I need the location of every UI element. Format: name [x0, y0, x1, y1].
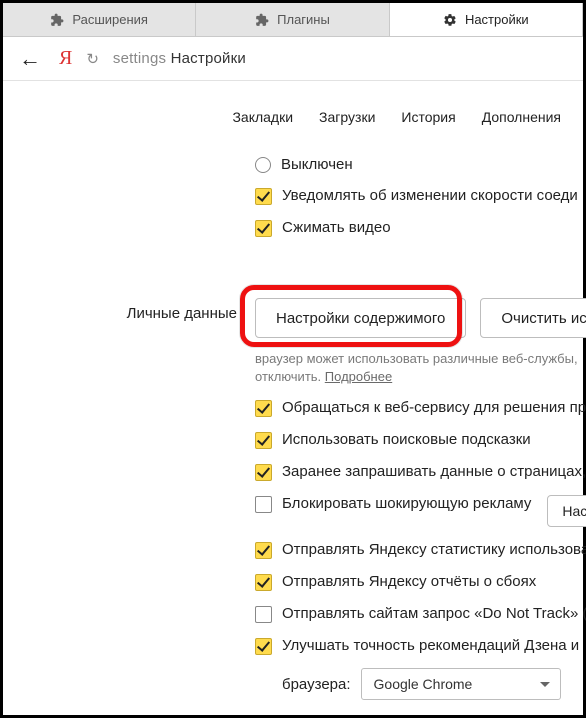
option-send-crash[interactable]: Отправлять Яндексу отчёты о сбоях	[255, 566, 586, 598]
hint-off: отключить.	[255, 369, 321, 384]
tab-settings[interactable]: Настройки	[390, 3, 583, 36]
reload-button[interactable]: ↻	[86, 50, 99, 68]
tab-label: Расширения	[72, 12, 148, 27]
tab-extensions[interactable]: Расширения	[3, 3, 196, 36]
option-label: Отправлять Яндексу отчёты о сбоях	[282, 573, 536, 590]
puzzle-icon	[255, 13, 269, 27]
content-settings-button[interactable]: Настройки содержимого	[255, 298, 466, 338]
option-label: Выключен	[281, 156, 353, 173]
browser-toolbar: ← Я ↻ settings Настройки	[3, 37, 583, 81]
checkbox-icon	[255, 432, 272, 449]
yandex-logo[interactable]: Я	[59, 47, 72, 70]
block-ads-settings-button[interactable]: Наст	[547, 495, 586, 527]
checkbox-icon	[255, 638, 272, 655]
checkbox-icon	[255, 400, 272, 417]
select-value: Google Chrome	[374, 676, 473, 692]
option-label: Отправлять Яндексу статистику использова	[282, 541, 586, 558]
option-label: Заранее запрашивать данные о страницах,	[282, 463, 586, 480]
checkbox-icon	[255, 496, 272, 513]
puzzle-icon	[50, 13, 64, 27]
option-send-stats[interactable]: Отправлять Яндексу статистику использова	[255, 534, 586, 566]
subnav-downloads[interactable]: Загрузки	[319, 109, 375, 125]
settings-subnav: Закладки Загрузки История Дополнения	[3, 81, 583, 143]
gear-icon	[443, 13, 457, 27]
option-zen[interactable]: Улучшать точность рекомендаций Дзена и	[255, 630, 586, 662]
option-block-ads[interactable]: Блокировать шокирующую рекламу Наст	[255, 488, 586, 534]
browser-label: браузера:	[282, 676, 351, 693]
option-label: Обращаться к веб-сервису для решения пр	[282, 399, 586, 416]
browser-tab-bar: Расширения Плагины Настройки	[3, 3, 583, 37]
checkbox-icon	[255, 542, 272, 559]
section-title-personal: Личные данные	[27, 149, 237, 700]
subnav-addons[interactable]: Дополнения	[482, 109, 561, 125]
checkbox-icon	[255, 464, 272, 481]
services-hint: враузер может использовать различные веб…	[255, 346, 586, 392]
browser-select[interactable]: Google Chrome	[361, 668, 561, 700]
clear-history-button[interactable]: Очистить исто	[480, 298, 586, 338]
default-browser-row: браузера: Google Chrome	[255, 662, 586, 700]
tab-label: Плагины	[277, 12, 330, 27]
option-label: Использовать поисковые подсказки	[282, 431, 531, 448]
option-label: Сжимать видео	[282, 219, 391, 236]
option-dnt[interactable]: Отправлять сайтам запрос «Do Not Track» …	[255, 598, 586, 630]
option-label: Отправлять сайтам запрос «Do Not Track» …	[282, 605, 586, 622]
hint-text: враузер может использовать различные веб…	[255, 351, 578, 366]
checkbox-icon	[255, 574, 272, 591]
address-page: Настройки	[171, 50, 246, 67]
back-button[interactable]: ←	[15, 46, 45, 72]
address-prefix: settings	[113, 50, 166, 67]
subnav-history[interactable]: История	[401, 109, 455, 125]
tab-plugins[interactable]: Плагины	[196, 3, 389, 36]
checkbox-icon	[255, 188, 272, 205]
settings-content: Личные данные Выключен Уведомлять об изм…	[3, 143, 583, 700]
option-label: Уведомлять об изменении скорости соеди	[282, 187, 578, 204]
option-prefetch[interactable]: Заранее запрашивать данные о страницах,	[255, 456, 586, 488]
option-label: Блокировать шокирующую рекламу	[282, 495, 531, 512]
radio-icon	[255, 157, 271, 173]
option-compress-video[interactable]: Сжимать видео	[255, 212, 586, 244]
option-notify-speed[interactable]: Уведомлять об изменении скорости соеди	[255, 180, 586, 212]
hint-more-link[interactable]: Подробнее	[325, 369, 392, 384]
option-suggestions[interactable]: Использовать поисковые подсказки	[255, 424, 586, 456]
address-bar[interactable]: settings Настройки	[113, 50, 571, 67]
option-web-service[interactable]: Обращаться к веб-сервису для решения пр	[255, 392, 586, 424]
subnav-bookmarks[interactable]: Закладки	[232, 109, 293, 125]
option-turbo-off[interactable]: Выключен	[255, 149, 586, 180]
option-label: Улучшать точность рекомендаций Дзена и	[282, 637, 579, 654]
tab-label: Настройки	[465, 12, 529, 27]
checkbox-icon	[255, 220, 272, 237]
checkbox-icon	[255, 606, 272, 623]
